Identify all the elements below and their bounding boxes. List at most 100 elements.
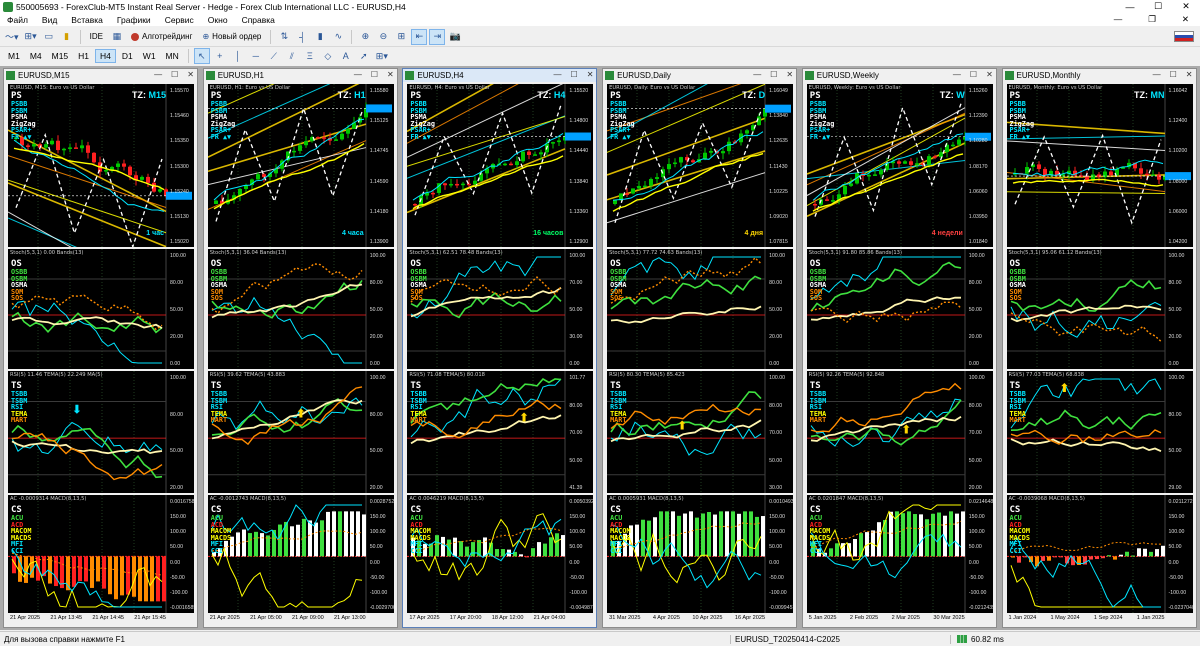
tf-w1[interactable]: W1 [139,50,160,62]
price-axis[interactable]: 1.16049 1.13840 1.12635 1.11430 1.10225 1.090… [767,84,793,247]
connection-status[interactable]: 60.82 ms [950,634,1004,644]
trend-line[interactable] [8,129,167,213]
tile-windows-icon[interactable]: ⊞ [393,29,409,45]
menu-insert[interactable]: Вставка [64,15,110,25]
window-minimize-icon[interactable]: — [554,70,562,79]
maximize-icon[interactable]: ☐ [1144,0,1172,13]
tf-h1[interactable]: H1 [74,50,93,62]
text-tool-icon[interactable]: A [338,48,354,64]
menu-charts[interactable]: Графики [110,15,158,25]
price-axis[interactable]: 100.00 80.00 50.00 20.00 [368,371,394,493]
price-axis[interactable]: 101.77 80.00 70.00 50.00 41.39 [567,371,593,493]
time-axis[interactable]: 1 Jan 2024 1 May 2024 1 Sep 2024 1 Jan 2025 [1007,615,1193,625]
chart-window-h1[interactable]: EURUSD,H1 — ☐ ✕ EURUSD, H1: Euro vs US Dolla… [202,68,398,628]
price-axis[interactable]: 1.15260 1.12390 1.10280 1.08170 1.06060 1.039… [967,84,993,247]
price-axis[interactable]: 100.00 80.00 70.00 50.00 30.00 [767,371,793,493]
mdi-minimize-icon[interactable]: — [1107,14,1130,25]
price-axis[interactable]: 1.15570 1.15460 1.15350 1.15300 1.15240 1.151… [168,84,194,247]
time-axis[interactable]: 21 Apr 2025 21 Apr 13:45 21 Apr 14:45 21 Ap… [8,615,194,625]
data-window-icon[interactable]: ▦ [109,29,125,45]
cursor-tool-icon[interactable]: ↖ [193,48,210,64]
ps-panel[interactable]: EURUSD, M15: Euro vs US Dollar TZ: M15 1 ч… [8,84,194,247]
window-close-icon[interactable]: ✕ [387,70,394,79]
ide-button[interactable]: IDE [86,29,107,45]
window-minimize-icon[interactable]: — [753,70,761,79]
crosshair-tool-icon[interactable]: + [212,48,228,64]
window-close-icon[interactable]: ✕ [786,70,793,79]
trend-line[interactable] [8,217,166,247]
cs-panel[interactable]: AC 0.0005931 MACD(8,13,5) 0.0010493 150.00… [607,495,794,613]
wallet-icon[interactable]: ▮ [59,29,75,45]
menu-view[interactable]: Вид [35,15,64,25]
time-axis[interactable]: 21 Apr 2025 21 Apr 05:00 21 Apr 09:00 21 Ap… [208,615,394,625]
time-axis[interactable]: 17 Apr 2025 17 Apr 20:00 18 Apr 12:00 21 Ap… [407,615,593,625]
window-close-icon[interactable]: ✕ [1186,70,1193,79]
trend-line[interactable] [8,182,167,247]
cs-panel[interactable]: AC -0.0012743 MACD(8,13,5) 0.0028752 150.0… [207,495,394,613]
chart-shift-icon[interactable]: ⇥ [429,28,446,45]
fibo-icon[interactable]: Ξ [302,48,318,64]
chart-window-caption[interactable]: EURUSD,Daily — ☐ ✕ [603,69,797,82]
zoom-out-icon[interactable]: ⊖ [375,29,391,45]
ts-panel[interactable]: ⬇ RSI(5) 11.46 TEMA(5) 22.249 MA(5) 100.00… [8,371,194,493]
ts-panel[interactable]: ⬆ RSI(5) 80.30 TEMA(5) 85.423 100.00 80.00 7… [607,371,794,493]
chart-window-h4[interactable]: EURUSD,H4 — ☐ ✕ EURUSD, H4: Euro vs US Dolla… [402,68,598,628]
ts-panel[interactable]: ⬆ RSI(5) 77.03 TEMA(5) 68.838 100.00 80.00 5… [1006,371,1193,493]
cs-panel[interactable]: AC -0.0009314 MACD(8,13,5) 0.0016758 150.0… [8,495,194,613]
ts-panel[interactable]: ⬆ RSI(5) 92.26 TEMA(5) 92.848 100.00 80.00 7… [806,371,993,493]
vertical-line-icon[interactable]: │ [230,48,246,64]
ps-panel[interactable]: EURUSD, Weekly: Euro vs US Dollar TZ: W4 … [806,84,993,247]
trend-line[interactable] [207,140,366,210]
close-icon[interactable]: ✕ [1172,0,1200,13]
bar-chart-icon[interactable]: ┤ [294,29,310,45]
window-maximize-icon[interactable]: ☐ [171,70,178,79]
os-panel[interactable]: Stoch(5,3,1) 91.80 85.86 Bands(13) 100.00… [806,249,993,369]
trend-line[interactable] [8,211,166,247]
zoom-in-icon[interactable]: ⊕ [357,29,373,45]
chart-window-caption[interactable]: EURUSD,H1 — ☐ ✕ [203,69,397,82]
price-axis[interactable]: 1.15520 1.14800 1.14440 1.13840 1.13360 1.129… [567,84,593,247]
chart-window-caption[interactable]: EURUSD,M15 — ☐ ✕ [4,69,197,82]
time-axis[interactable]: 5 Jan 2025 2 Feb 2025 2 Mar 2025 30 Mar 202… [807,615,993,625]
tf-d1[interactable]: D1 [118,50,137,62]
tf-m4[interactable]: M4 [26,50,46,62]
window-maximize-icon[interactable]: ☐ [571,70,578,79]
ts-panel[interactable]: ⬆ RSI(5) 39.62 TEMA(5) 43.883 100.00 80.00 5… [207,371,394,493]
price-axis[interactable]: 100.00 80.00 50.00 20.00 0.00 [168,249,194,369]
mdi-close-icon[interactable]: ✕ [1175,14,1196,25]
ps-panel[interactable]: EURUSD, Daily: Euro vs US Dollar TZ: D4 д… [607,84,794,247]
price-axis[interactable]: 0.0050392 150.00 100.00 50.00 0.00 -50.00 -100… [567,495,593,613]
price-axis[interactable]: 100.00 80.00 50.00 29.00 [1167,371,1193,493]
shapes-icon[interactable]: ◇ [320,48,336,64]
window-maximize-icon[interactable]: ☐ [1170,70,1177,79]
cs-panel[interactable]: AC -0.0039068 MACD(8,13,5) 0.0211272 150.0… [1006,495,1193,613]
window-close-icon[interactable]: ✕ [587,70,594,79]
chart-window-caption[interactable]: EURUSD,Monthly — ☐ ✕ [1002,69,1196,82]
mdi-restore-icon[interactable]: ❐ [1141,14,1163,25]
os-panel[interactable]: Stoch(5,3,1) 36.04 Bands(13) 100.00 80.00 5… [207,249,394,369]
depth-of-market-icon[interactable]: ⇅ [276,29,292,45]
price-axis[interactable]: 100.00 80.00 50.00 20.00 0.00 [1167,249,1193,369]
price-axis[interactable]: 100.00 70.00 50.00 30.00 0.00 [567,249,593,369]
ps-panel[interactable]: EURUSD, H4: Euro vs US Dollar TZ: H4 16 ча… [407,84,594,247]
algo-trading-button[interactable]: Алготрейдинг [127,29,197,45]
window-minimize-icon[interactable]: — [354,70,362,79]
line-chart-icon[interactable]: ∿ [330,29,346,45]
window-maximize-icon[interactable]: ☐ [371,70,378,79]
objects-icon[interactable]: ⊞▾ [374,48,390,64]
trend-line[interactable] [1006,140,1165,152]
chart-window-caption[interactable]: EURUSD,H4 — ☐ ✕ [403,69,597,82]
tf-m1[interactable]: M1 [4,50,24,62]
window-maximize-icon[interactable]: ☐ [770,70,777,79]
price-axis[interactable]: 0.0211272 150.00 100.00 50.00 0.00 -50.00 -100… [1167,495,1193,613]
screenshot-icon[interactable]: 📷 [447,29,463,45]
os-panel[interactable]: Stoch(5,3,1) 0.00 Bands(13) 100.00 80.00 50… [8,249,194,369]
menu-help[interactable]: Справка [235,15,282,25]
trend-line[interactable] [1006,191,1165,194]
menu-window[interactable]: Окно [201,15,235,25]
minimize-icon[interactable]: — [1116,0,1144,13]
window-close-icon[interactable]: ✕ [986,70,993,79]
time-axis[interactable]: 31 Mar 2025 4 Apr 2025 10 Apr 2025 16 Apr 2… [607,615,793,625]
price-axis[interactable]: 100.00 80.00 50.00 20.00 0.00 [967,249,993,369]
price-axis[interactable]: 100.00 80.00 70.00 50.00 20.00 [967,371,993,493]
